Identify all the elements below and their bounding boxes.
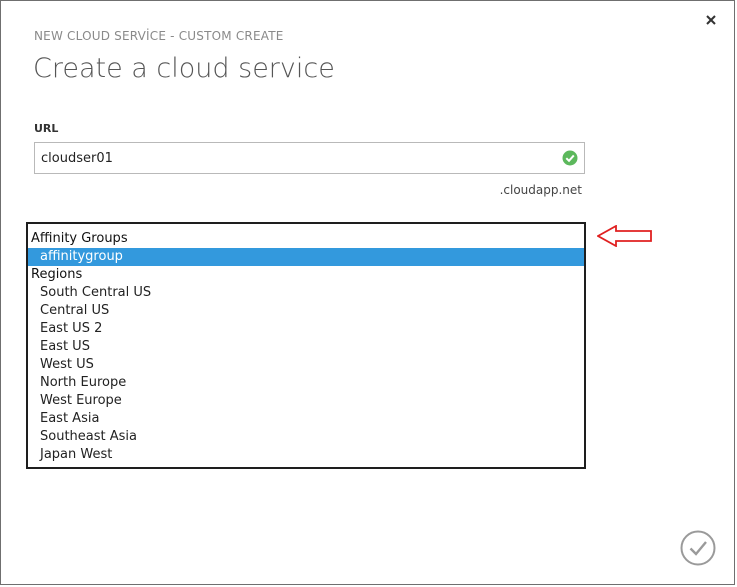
dropdown-option[interactable]: affinitygroup [28, 248, 584, 266]
dropdown-option[interactable]: East Asia [28, 410, 584, 428]
url-field-container [34, 142, 585, 174]
dropdown-list: Affinity Groups affinitygroup Regions South… [28, 224, 584, 464]
url-suffix: .cloudapp.net [499, 183, 582, 197]
dropdown-group-label: Regions [31, 267, 83, 282]
dropdown-option[interactable]: Central US [28, 302, 584, 320]
checkmark-circle-icon [680, 530, 716, 566]
arrow-left-icon [597, 225, 652, 247]
dropdown-option[interactable]: West US [28, 356, 584, 374]
page-title: Create a cloud service [33, 53, 335, 84]
dropdown-option[interactable]: East US [28, 338, 584, 356]
confirm-button[interactable] [680, 530, 716, 566]
create-cloud-service-dialog: NEW CLOUD SERVİCE - CUSTOM CREATE Create… [0, 0, 735, 585]
dropdown-option[interactable]: South Central US [28, 284, 584, 302]
dialog-subtitle: NEW CLOUD SERVİCE - CUSTOM CREATE [34, 29, 284, 43]
dropdown-group-label: Affinity Groups [31, 231, 128, 246]
region-affinity-dropdown[interactable]: Affinity Groups affinitygroup Regions South… [26, 222, 586, 469]
dropdown-option[interactable]: West Europe [28, 392, 584, 410]
dropdown-option[interactable]: East US 2 [28, 320, 584, 338]
dropdown-option[interactable]: North Europe [28, 374, 584, 392]
close-icon [706, 15, 716, 25]
close-button[interactable] [702, 11, 720, 29]
check-circle-icon [562, 150, 578, 166]
url-label: URL [34, 122, 59, 135]
dropdown-option[interactable]: Southeast Asia [28, 428, 584, 446]
url-input[interactable] [41, 143, 551, 173]
dropdown-option[interactable]: Japan West [28, 446, 584, 464]
